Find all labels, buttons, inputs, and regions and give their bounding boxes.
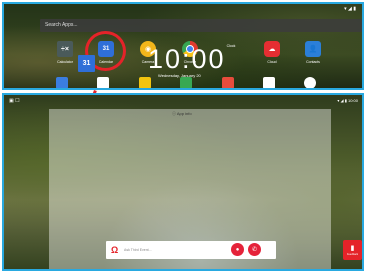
clock-icon — [362, 85, 364, 90]
notification-icons: ▣ ☐ — [9, 98, 20, 104]
cloud-icon: ☁ — [264, 41, 280, 57]
calendar-icon[interactable]: 31 — [78, 55, 95, 72]
search-apps-placeholder: Search Apps... — [45, 22, 78, 28]
status-bar-right: ▾ ◢ ▮ 10:00 — [337, 98, 358, 103]
app-info-target[interactable]: ⓘ App info — [172, 111, 192, 117]
assistant-search-text: Ask Third Event... — [124, 248, 152, 252]
status-icons: ▾ ◢ ▮ — [344, 6, 356, 12]
drive-icon[interactable] — [97, 77, 109, 88]
apps-second-row — [52, 77, 352, 88]
feedback-label: Feedback — [347, 253, 358, 256]
app-label-cloud: Cloud — [267, 60, 277, 64]
feedback-button[interactable]: ▮ Feedback — [343, 240, 362, 260]
app-label-contacts: Contacts — [306, 60, 320, 64]
phone-button[interactable]: ✆ — [248, 243, 261, 256]
app-green-icon[interactable] — [180, 77, 192, 88]
calculator-icon: ÷× — [57, 41, 73, 57]
app-label-calculator: Calculator — [57, 60, 73, 64]
search-apps-bar[interactable]: Search Apps... — [40, 19, 362, 32]
feedback-chat-icon: ▮ — [350, 245, 355, 252]
app-red-icon[interactable] — [222, 77, 234, 88]
assistant-logo-icon: Ω — [111, 245, 119, 255]
gmail-icon[interactable] — [263, 77, 275, 88]
app-contacts[interactable]: 👤 Contacts — [296, 41, 330, 64]
contacts-icon: 👤 — [305, 41, 321, 57]
app-cloud[interactable]: ☁ Cloud — [255, 41, 289, 64]
google-icon[interactable] — [304, 77, 316, 88]
status-bar: ▾ ◢ ▮ — [344, 6, 356, 12]
drive-triangle-icon[interactable] — [139, 77, 151, 88]
mic-button[interactable]: ● — [231, 243, 244, 256]
app-calculator[interactable]: ÷× Calculator — [48, 41, 82, 64]
clock-widget-date: Wednesday, January 20 — [158, 73, 201, 78]
clock-widget-time[interactable]: 10:00 — [148, 44, 226, 75]
docs-icon[interactable] — [56, 77, 68, 88]
